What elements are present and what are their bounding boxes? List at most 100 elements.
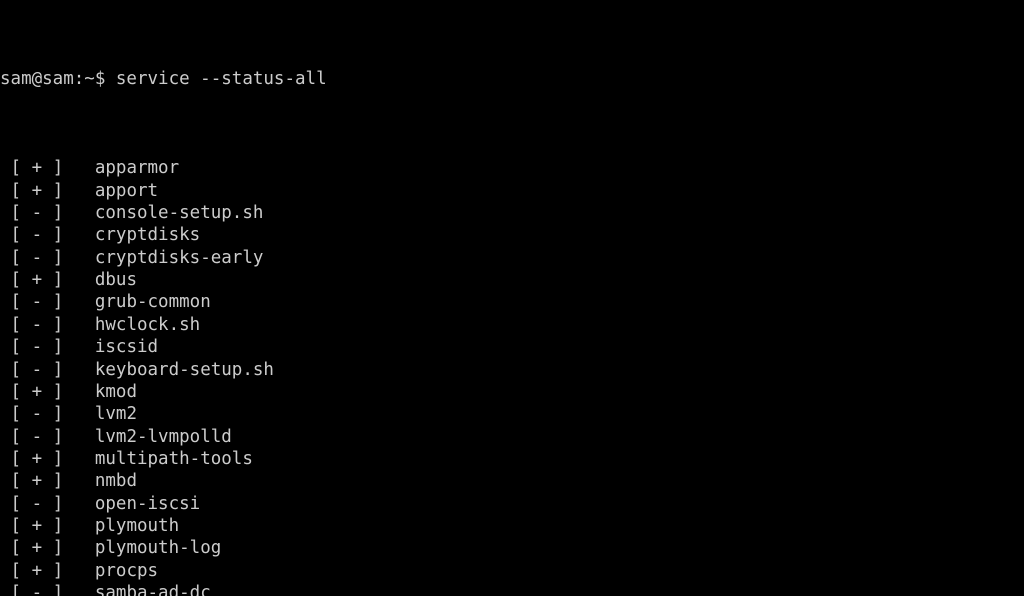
status-bracket-open: [: [0, 247, 32, 268]
service-name: dbus: [94, 270, 137, 291]
status-bracket-close: ]: [42, 381, 95, 402]
command-line: sam@sam:~$ service --status-all: [0, 69, 327, 90]
service-row: [ + ] plymouth-log: [0, 537, 1024, 559]
service-name: lvm2: [94, 404, 137, 425]
service-row: [ - ] lvm2: [0, 403, 1024, 425]
status-bracket-open: [: [0, 203, 32, 224]
service-row: [ - ] open-iscsi: [0, 493, 1024, 515]
service-row: [ + ] apparmor: [0, 157, 1024, 179]
status-badge: +: [31, 158, 43, 179]
status-bracket-close: ]: [42, 560, 95, 581]
service-name: hwclock.sh: [94, 314, 201, 335]
service-name: nmbd: [94, 471, 137, 492]
service-name: lvm2-lvmpolld: [94, 426, 232, 447]
status-badge: -: [31, 426, 43, 447]
service-name: cryptdisks-early: [94, 247, 264, 268]
service-status-list: [ + ] apparmor [ + ] apport [ - ] consol…: [0, 157, 1024, 596]
service-name: plymouth-log: [94, 538, 222, 559]
terminal-window[interactable]: sam@sam:~$ service --status-all [ + ] ap…: [0, 0, 1024, 596]
service-row: [ + ] dbus: [0, 269, 1024, 291]
service-row: [ + ] plymouth: [0, 515, 1024, 537]
status-bracket-close: ]: [42, 203, 95, 224]
status-bracket-close: ]: [42, 493, 95, 514]
status-bracket-open: [: [0, 180, 32, 201]
status-badge: +: [31, 515, 43, 536]
status-badge: -: [31, 225, 43, 246]
service-name: plymouth: [94, 515, 180, 536]
status-bracket-open: [: [0, 337, 32, 358]
status-bracket-close: ]: [42, 225, 95, 246]
status-badge: -: [31, 404, 43, 425]
status-bracket-open: [: [0, 314, 32, 335]
status-bracket-close: ]: [42, 582, 95, 596]
service-row: [ - ] cryptdisks: [0, 224, 1024, 246]
service-row: [ - ] lvm2-lvmpolld: [0, 426, 1024, 448]
status-bracket-close: ]: [42, 448, 95, 469]
service-name: procps: [94, 560, 159, 581]
status-badge: +: [31, 471, 43, 492]
service-name: iscsid: [94, 337, 159, 358]
status-bracket-open: [: [0, 404, 32, 425]
status-bracket-open: [: [0, 270, 32, 291]
service-row: [ - ] grub-common: [0, 291, 1024, 313]
status-bracket-close: ]: [42, 314, 95, 335]
service-row: [ - ] hwclock.sh: [0, 314, 1024, 336]
status-badge: +: [31, 270, 43, 291]
status-badge: -: [31, 582, 43, 596]
service-name: cryptdisks: [94, 225, 201, 246]
status-badge: +: [31, 381, 43, 402]
service-row: [ + ] procps: [0, 560, 1024, 582]
status-bracket-open: [: [0, 381, 32, 402]
status-bracket-open: [: [0, 225, 32, 246]
status-bracket-open: [: [0, 359, 32, 380]
status-bracket-close: ]: [42, 538, 95, 559]
status-badge: +: [31, 180, 43, 201]
service-row: [ - ] keyboard-setup.sh: [0, 359, 1024, 381]
status-badge: -: [31, 203, 43, 224]
status-bracket-close: ]: [42, 359, 95, 380]
status-badge: +: [31, 538, 43, 559]
status-badge: -: [31, 292, 43, 313]
status-bracket-close: ]: [42, 158, 95, 179]
status-badge: +: [31, 448, 43, 469]
status-badge: +: [31, 560, 43, 581]
status-bracket-open: [: [0, 471, 32, 492]
status-bracket-close: ]: [42, 471, 95, 492]
service-name: grub-common: [94, 292, 211, 313]
status-bracket-open: [: [0, 515, 32, 536]
status-badge: -: [31, 247, 43, 268]
status-bracket-close: ]: [42, 270, 95, 291]
service-name: console-setup.sh: [94, 203, 264, 224]
status-bracket-open: [: [0, 493, 32, 514]
status-bracket-open: [: [0, 426, 32, 447]
service-name: apport: [94, 180, 159, 201]
status-bracket-close: ]: [42, 515, 95, 536]
service-name: kmod: [94, 381, 137, 402]
status-badge: -: [31, 493, 43, 514]
status-bracket-open: [: [0, 560, 32, 581]
service-row: [ - ] console-setup.sh: [0, 202, 1024, 224]
terminal-screen: sam@sam:~$ service --status-all [ + ] ap…: [0, 1, 1024, 596]
service-row: [ + ] nmbd: [0, 470, 1024, 492]
service-row: [ - ] iscsid: [0, 336, 1024, 358]
status-bracket-open: [: [0, 448, 32, 469]
status-badge: -: [31, 337, 43, 358]
status-bracket-close: ]: [42, 337, 95, 358]
status-bracket-open: [: [0, 582, 32, 596]
service-name: open-iscsi: [94, 493, 201, 514]
status-bracket-close: ]: [42, 426, 95, 447]
status-bracket-open: [: [0, 158, 32, 179]
service-name: apparmor: [94, 158, 180, 179]
status-bracket-close: ]: [42, 292, 95, 313]
service-row: [ - ] cryptdisks-early: [0, 247, 1024, 269]
service-name: multipath-tools: [94, 448, 253, 469]
service-row: [ + ] kmod: [0, 381, 1024, 403]
service-row: [ + ] apport: [0, 180, 1024, 202]
status-badge: -: [31, 314, 43, 335]
service-name: samba-ad-dc: [94, 582, 211, 596]
status-bracket-open: [: [0, 292, 32, 313]
service-row: [ + ] multipath-tools: [0, 448, 1024, 470]
service-name: keyboard-setup.sh: [94, 359, 274, 380]
service-row: [ - ] samba-ad-dc: [0, 582, 1024, 596]
status-badge: -: [31, 359, 43, 380]
